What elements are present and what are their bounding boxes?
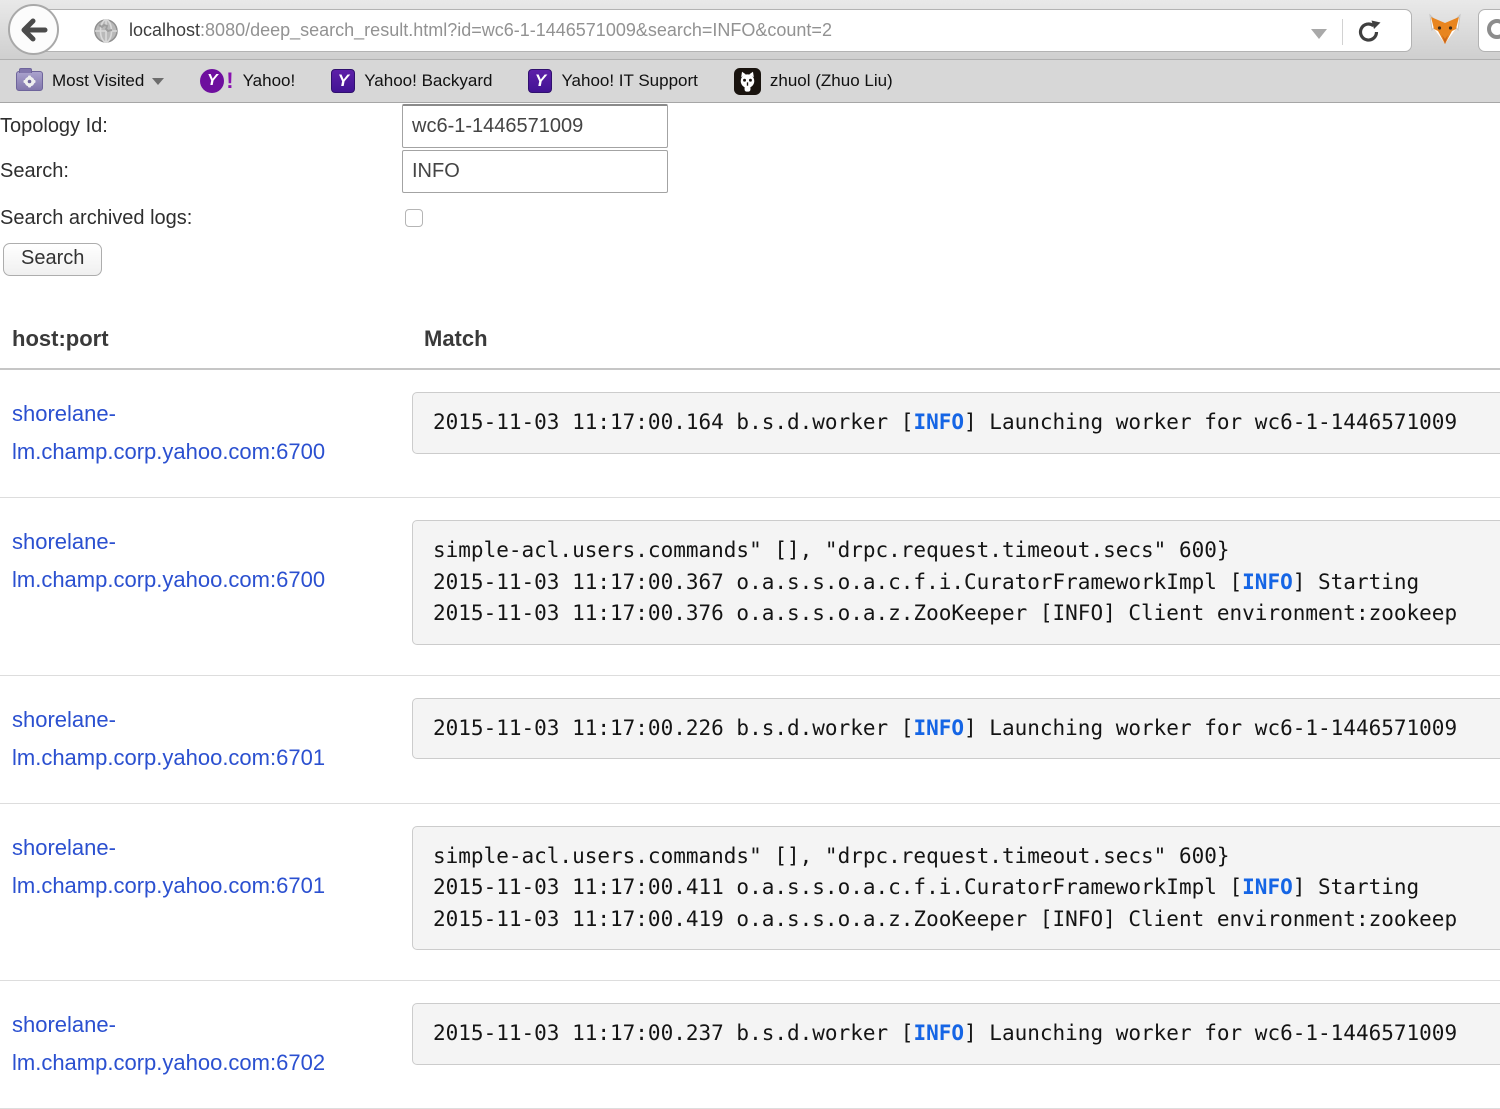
info-match-highlight: INFO <box>1242 875 1293 899</box>
reload-button[interactable] <box>1355 18 1383 51</box>
results-table: host:port Match shorelane- lm.champ.corp… <box>0 316 1500 1109</box>
bookmark-label: Yahoo! <box>243 71 296 91</box>
bookmark-yahoo[interactable]: Y! Yahoo! <box>200 68 295 94</box>
table-row: shorelane- lm.champ.corp.yahoo.com:6700 s… <box>0 498 1500 676</box>
folder-gear-icon <box>16 71 43 91</box>
search-engine-icon <box>1487 19 1500 39</box>
match-cell: simple-acl.users.commands" [], "drpc.req… <box>412 803 1500 981</box>
match-header: Match <box>412 316 1500 369</box>
back-button[interactable] <box>8 4 59 55</box>
table-row: shorelane- lm.champ.corp.yahoo.com:6702 2… <box>0 981 1500 1109</box>
url-hostname: localhost <box>129 20 200 40</box>
table-row: shorelane- lm.champ.corp.yahoo.com:6701 s… <box>0 803 1500 981</box>
yahoo-y-bang-icon: Y! <box>200 68 233 94</box>
fox-extension-button[interactable] <box>1426 13 1464 52</box>
match-cell: simple-acl.users.commands" [], "drpc.req… <box>412 498 1500 676</box>
search-input[interactable] <box>402 150 668 193</box>
info-match-highlight: INFO <box>913 716 964 740</box>
host-port-cell: shorelane- lm.champ.corp.yahoo.com:6700 <box>0 369 412 498</box>
host-port-cell: shorelane- lm.champ.corp.yahoo.com:6702 <box>0 981 412 1109</box>
host-link[interactable]: shorelane- lm.champ.corp.yahoo.com:6701 <box>12 707 325 770</box>
topology-id-label: Topology Id: <box>0 115 402 138</box>
bookmark-label: Most Visited <box>52 71 144 91</box>
host-port-cell: shorelane- lm.champ.corp.yahoo.com:6701 <box>0 675 412 803</box>
results-header-row: host:port Match <box>0 316 1500 369</box>
log-excerpt-box: 2015-11-03 11:17:00.237 b.s.d.worker [IN… <box>412 1003 1500 1065</box>
url-path: :8080/deep_search_result.html?id=wc6-1-1… <box>200 20 832 40</box>
reload-icon <box>1355 18 1383 46</box>
url-bar[interactable]: localhost:8080/deep_search_result.html?i… <box>34 9 1412 52</box>
results-body: shorelane- lm.champ.corp.yahoo.com:6700 2… <box>0 369 1500 1109</box>
bookmark-yahoo-backyard[interactable]: Y Yahoo! Backyard <box>331 69 492 93</box>
log-excerpt-box: simple-acl.users.commands" [], "drpc.req… <box>412 520 1500 645</box>
chevron-down-icon <box>152 78 164 85</box>
log-excerpt-box: 2015-11-03 11:17:00.164 b.s.d.worker [IN… <box>412 392 1500 454</box>
page-content: Topology Id: Search: Search archived log… <box>0 103 1500 1109</box>
host-port-header: host:port <box>0 316 412 369</box>
bookmark-label: Yahoo! IT Support <box>561 71 697 91</box>
bookmark-yahoo-it-support[interactable]: Y Yahoo! IT Support <box>528 69 697 93</box>
host-port-cell: shorelane- lm.champ.corp.yahoo.com:6700 <box>0 498 412 676</box>
host-link[interactable]: shorelane- lm.champ.corp.yahoo.com:6700 <box>12 401 325 464</box>
match-cell: 2015-11-03 11:17:00.237 b.s.d.worker [IN… <box>412 981 1500 1109</box>
host-link[interactable]: shorelane- lm.champ.corp.yahoo.com:6700 <box>12 529 325 592</box>
yahoo-y-square-icon: Y <box>528 69 552 93</box>
bookmarks-toolbar: Most Visited Y! Yahoo! Y Yahoo! Backyard… <box>0 60 1500 103</box>
table-row: shorelane- lm.champ.corp.yahoo.com:6701 2… <box>0 675 1500 803</box>
back-arrow-icon <box>20 18 48 42</box>
topology-form-row: Topology Id: <box>0 104 1500 148</box>
search-archived-label: Search archived logs: <box>0 207 402 230</box>
bookmark-most-visited[interactable]: Most Visited <box>16 71 164 91</box>
host-port-cell: shorelane- lm.champ.corp.yahoo.com:6701 <box>0 803 412 981</box>
fox-icon <box>1426 13 1464 47</box>
browser-toolbar: localhost:8080/deep_search_result.html?i… <box>0 0 1500 60</box>
github-octocat-icon <box>734 68 761 95</box>
topology-id-input[interactable] <box>402 104 668 148</box>
info-match-highlight: INFO <box>1242 570 1293 594</box>
match-cell: 2015-11-03 11:17:00.164 b.s.d.worker [IN… <box>412 369 1500 498</box>
globe-icon <box>93 18 119 44</box>
url-text: localhost:8080/deep_search_result.html?i… <box>129 20 832 41</box>
info-match-highlight: INFO <box>913 1021 964 1045</box>
url-divider <box>1342 19 1343 45</box>
host-link[interactable]: shorelane- lm.champ.corp.yahoo.com:6701 <box>12 835 325 898</box>
log-excerpt-box: simple-acl.users.commands" [], "drpc.req… <box>412 826 1500 951</box>
table-row: shorelane- lm.champ.corp.yahoo.com:6700 2… <box>0 369 1500 498</box>
bookmark-label: Yahoo! Backyard <box>364 71 492 91</box>
search-label: Search: <box>0 160 402 183</box>
browser-search-bar[interactable] <box>1478 9 1500 52</box>
archived-checkbox[interactable] <box>405 209 423 227</box>
match-cell: 2015-11-03 11:17:00.226 b.s.d.worker [IN… <box>412 675 1500 803</box>
archived-form-row: Search archived logs: <box>0 205 1500 231</box>
yahoo-y-square-icon: Y <box>331 69 355 93</box>
bookmark-github-zhuol[interactable]: zhuol (Zhuo Liu) <box>734 68 893 95</box>
url-dropdown-icon[interactable] <box>1311 29 1327 39</box>
info-match-highlight: INFO <box>913 410 964 434</box>
search-button[interactable]: Search <box>3 243 102 276</box>
search-form-row: Search: <box>0 150 1500 193</box>
bookmark-label: zhuol (Zhuo Liu) <box>770 71 893 91</box>
log-excerpt-box: 2015-11-03 11:17:00.226 b.s.d.worker [IN… <box>412 698 1500 760</box>
host-link[interactable]: shorelane- lm.champ.corp.yahoo.com:6702 <box>12 1012 325 1075</box>
